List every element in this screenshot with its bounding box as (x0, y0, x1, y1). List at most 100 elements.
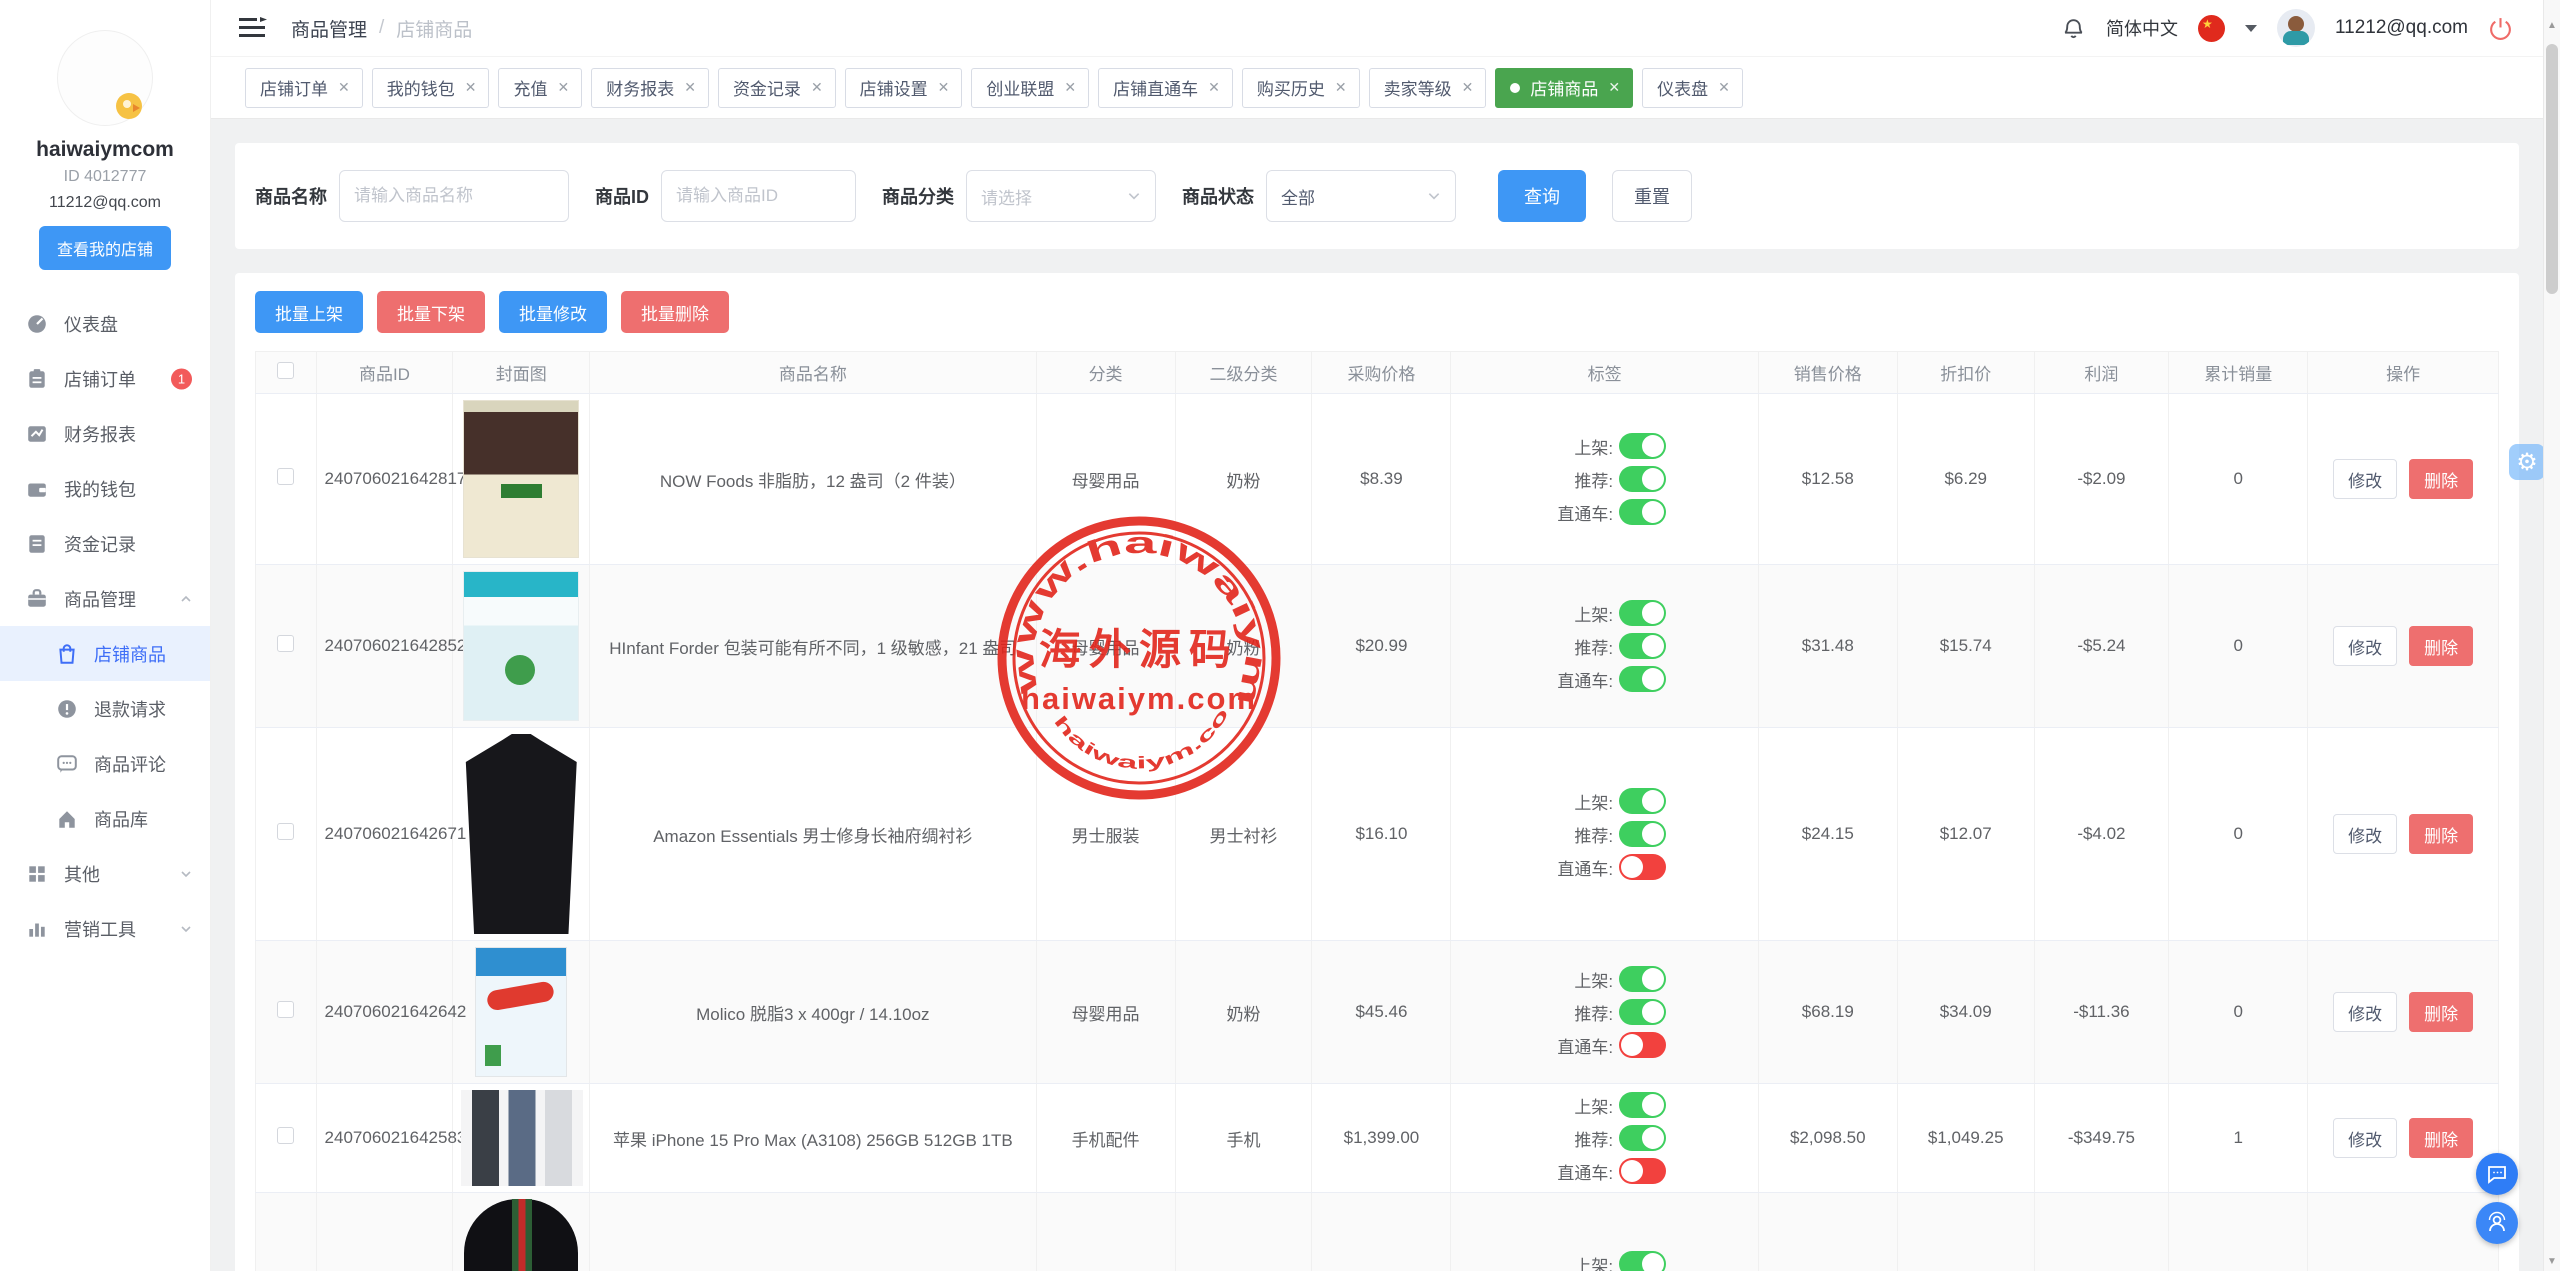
close-icon[interactable]: ✕ (338, 79, 350, 96)
bulk-edit-button[interactable]: 批量修改 (499, 291, 607, 333)
purchase-price[interactable]: $16.10 (1312, 728, 1451, 941)
sidebar-item-dashboard[interactable]: 仪表盘 (0, 296, 210, 351)
discount-price[interactable]: $1,049.25 (1897, 1084, 2034, 1193)
sidebar-item-financial-reports[interactable]: 财务报表 (0, 406, 210, 461)
tab-shop-orders[interactable]: 店铺订单✕ (245, 68, 363, 108)
close-icon[interactable]: ✕ (1608, 79, 1620, 96)
through-train-toggle[interactable] (1619, 1032, 1666, 1058)
tab-shop-settings[interactable]: 店铺设置✕ (845, 68, 963, 108)
delete-button[interactable]: 删除 (2409, 814, 2473, 854)
product-image[interactable] (463, 571, 579, 721)
product-image[interactable] (462, 734, 580, 934)
purchase-price[interactable]: $8.39 (1312, 394, 1451, 565)
discount-price[interactable]: $15.74 (1897, 565, 2034, 728)
row-checkbox[interactable] (277, 635, 294, 652)
sale-price[interactable]: $12.58 (1758, 394, 1897, 565)
row-checkbox[interactable] (277, 468, 294, 485)
search-button[interactable]: 查询 (1498, 170, 1586, 222)
sidebar-item-fund-records[interactable]: 资金记录 (0, 516, 210, 571)
category-select[interactable]: 请选择 (966, 170, 1156, 222)
sidebar-item-shop-products[interactable]: 店铺商品 (0, 626, 210, 681)
china-flag-icon[interactable] (2198, 15, 2225, 42)
status-select[interactable]: 全部 (1266, 170, 1456, 222)
sidebar-item-others[interactable]: 其他 (0, 846, 210, 901)
customer-service-button[interactable] (2476, 1202, 2518, 1244)
scroll-down-arrow[interactable]: ▼ (2544, 1256, 2560, 1267)
product-id-input[interactable] (661, 170, 856, 222)
listed-toggle[interactable] (1619, 433, 1666, 459)
row-checkbox[interactable] (277, 1001, 294, 1018)
sale-price[interactable]: $68.19 (1758, 941, 1897, 1084)
discount-price[interactable]: $466.72 (1897, 1193, 2034, 1271)
sale-price[interactable]: $2,098.50 (1758, 1084, 1897, 1193)
close-icon[interactable]: ✕ (1462, 79, 1474, 96)
listed-toggle[interactable] (1619, 1251, 1666, 1271)
logout-power-icon[interactable] (2488, 16, 2513, 41)
product-name-input[interactable] (339, 170, 569, 222)
vertical-scrollbar[interactable]: ▲ ▼ (2543, 0, 2560, 1271)
sale-price[interactable]: $933.45 (1758, 1193, 1897, 1271)
tab-business-alliance[interactable]: 创业联盟✕ (971, 68, 1089, 108)
listed-toggle[interactable] (1619, 600, 1666, 626)
language-selector[interactable]: 简体中文 (2106, 15, 2178, 41)
select-all-checkbox[interactable] (277, 362, 294, 379)
close-icon[interactable]: ✕ (465, 79, 477, 96)
tab-financial-reports[interactable]: 财务报表✕ (591, 68, 709, 108)
tab-dashboard[interactable]: 仪表盘✕ (1642, 68, 1743, 108)
close-icon[interactable]: ✕ (938, 79, 950, 96)
sidebar-item-product-management[interactable]: 商品管理 (0, 571, 210, 626)
close-icon[interactable]: ✕ (1335, 79, 1347, 96)
delete-button[interactable]: 删除 (2409, 626, 2473, 666)
edit-button[interactable]: 修改 (2333, 814, 2397, 854)
sidebar-item-product-reviews[interactable]: 商品评论 (0, 736, 210, 791)
close-icon[interactable]: ✕ (1064, 79, 1076, 96)
close-icon[interactable]: ✕ (684, 79, 696, 96)
bulk-delete-button[interactable]: 批量删除 (621, 291, 729, 333)
row-checkbox[interactable] (277, 823, 294, 840)
product-image[interactable] (461, 1090, 583, 1186)
sidebar-toggle-icon[interactable] (239, 17, 267, 39)
listed-toggle[interactable] (1619, 1092, 1666, 1118)
edit-button[interactable]: 修改 (2333, 1118, 2397, 1158)
view-my-shop-button[interactable]: 查看我的店铺 (39, 226, 171, 270)
chat-messages-button[interactable] (2476, 1153, 2518, 1195)
sidebar-item-marketing-tools[interactable]: 营销工具 (0, 901, 210, 956)
breadcrumb-parent[interactable]: 商品管理 (291, 15, 367, 42)
tab-recharge[interactable]: 充值✕ (498, 68, 582, 108)
sidebar-item-product-library[interactable]: 商品库 (0, 791, 210, 846)
scrollbar-thumb[interactable] (2546, 44, 2558, 294)
through-train-toggle[interactable] (1619, 499, 1666, 525)
scroll-up-arrow[interactable]: ▲ (2544, 20, 2560, 31)
sidebar-item-my-wallet[interactable]: 我的钱包 (0, 461, 210, 516)
bulk-on-shelf-button[interactable]: 批量上架 (255, 291, 363, 333)
recommended-toggle[interactable] (1619, 821, 1666, 847)
close-icon[interactable]: ✕ (1208, 79, 1220, 96)
sale-price[interactable]: $31.48 (1758, 565, 1897, 728)
recommended-toggle[interactable] (1619, 999, 1666, 1025)
sale-price[interactable]: $24.15 (1758, 728, 1897, 941)
discount-price[interactable]: $6.29 (1897, 394, 2034, 565)
account-email[interactable]: 11212@qq.com (2335, 17, 2468, 39)
close-icon[interactable]: ✕ (557, 79, 569, 96)
product-image[interactable] (475, 947, 567, 1077)
reset-button[interactable]: 重置 (1612, 170, 1692, 222)
listed-toggle[interactable] (1619, 966, 1666, 992)
settings-gear-button[interactable]: ⚙ (2509, 444, 2545, 480)
through-train-toggle[interactable] (1619, 666, 1666, 692)
sidebar-item-refund-requests[interactable]: 退款请求 (0, 681, 210, 736)
bulk-off-shelf-button[interactable]: 批量下架 (377, 291, 485, 333)
tab-my-wallet[interactable]: 我的钱包✕ (372, 68, 490, 108)
listed-toggle[interactable] (1619, 788, 1666, 814)
notifications-bell-icon[interactable] (2061, 16, 2086, 41)
product-image[interactable] (464, 1199, 578, 1271)
recommended-toggle[interactable] (1619, 633, 1666, 659)
through-train-toggle[interactable] (1619, 854, 1666, 880)
edit-button[interactable]: 修改 (2333, 459, 2397, 499)
tab-shop-products[interactable]: 店铺商品✕ (1495, 68, 1633, 108)
edit-button[interactable]: 修改 (2333, 626, 2397, 666)
tab-seller-level[interactable]: 卖家等级✕ (1369, 68, 1487, 108)
recommended-toggle[interactable] (1619, 466, 1666, 492)
purchase-price[interactable]: $1,399.00 (1312, 1084, 1451, 1193)
purchase-price[interactable]: $45.46 (1312, 941, 1451, 1084)
caret-down-icon[interactable] (2245, 25, 2257, 32)
